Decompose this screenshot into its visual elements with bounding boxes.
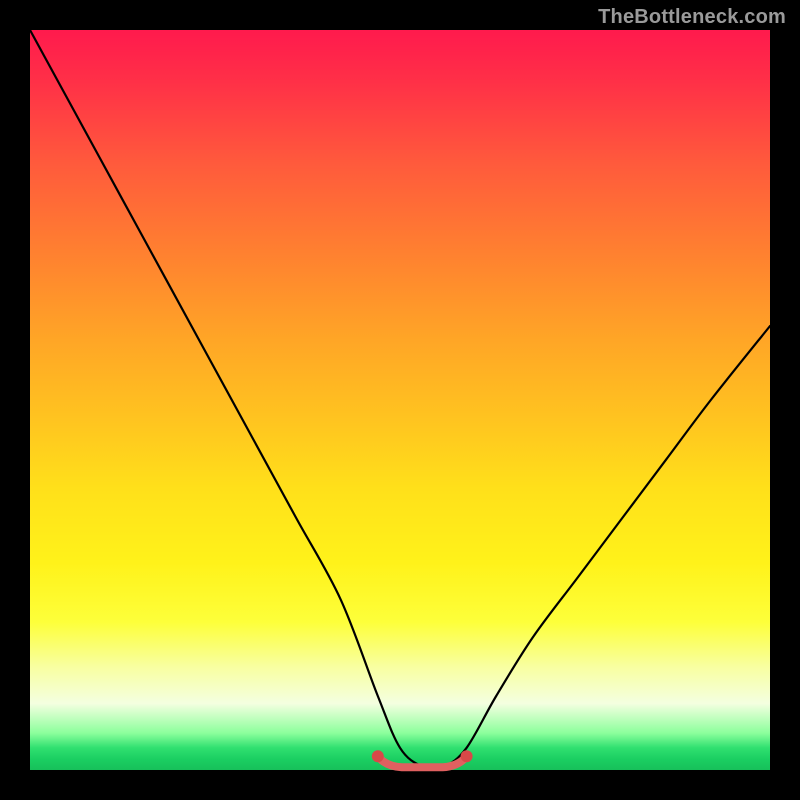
plot-area: [30, 30, 770, 770]
basin-endpoint-left-icon: [372, 750, 384, 762]
bottleneck-curve-line: [30, 30, 770, 769]
chart-stage: TheBottleneck.com: [0, 0, 800, 800]
watermark-text: TheBottleneck.com: [598, 6, 786, 29]
basin-endpoint-right-icon: [461, 750, 473, 762]
bottleneck-curve-svg: [30, 30, 770, 770]
basin-highlight: [378, 756, 467, 767]
